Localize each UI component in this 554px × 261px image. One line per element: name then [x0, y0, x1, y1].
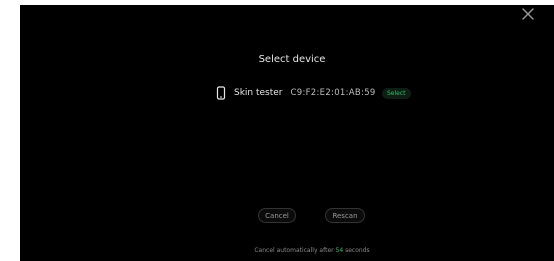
auto-cancel-suffix: seconds: [345, 247, 370, 254]
dialog-title: Select device: [258, 54, 326, 65]
phone-icon: [216, 86, 226, 100]
close-icon[interactable]: [521, 7, 535, 21]
device-mac-address: C9:F2:E2:01:AB:59: [290, 88, 376, 98]
cancel-button[interactable]: Cancel: [258, 208, 296, 223]
device-row: Skin tester C9:F2:E2:01:AB:59: [216, 86, 376, 100]
auto-cancel-prefix: Cancel automatically after: [254, 247, 334, 254]
device-name: Skin tester: [234, 88, 283, 98]
select-device-button[interactable]: Select: [382, 88, 411, 99]
auto-cancel-notice: Cancel automatically after 54 seconds: [0, 247, 554, 255]
auto-cancel-seconds: 54: [335, 247, 344, 254]
rescan-button[interactable]: Rescan: [325, 208, 365, 223]
